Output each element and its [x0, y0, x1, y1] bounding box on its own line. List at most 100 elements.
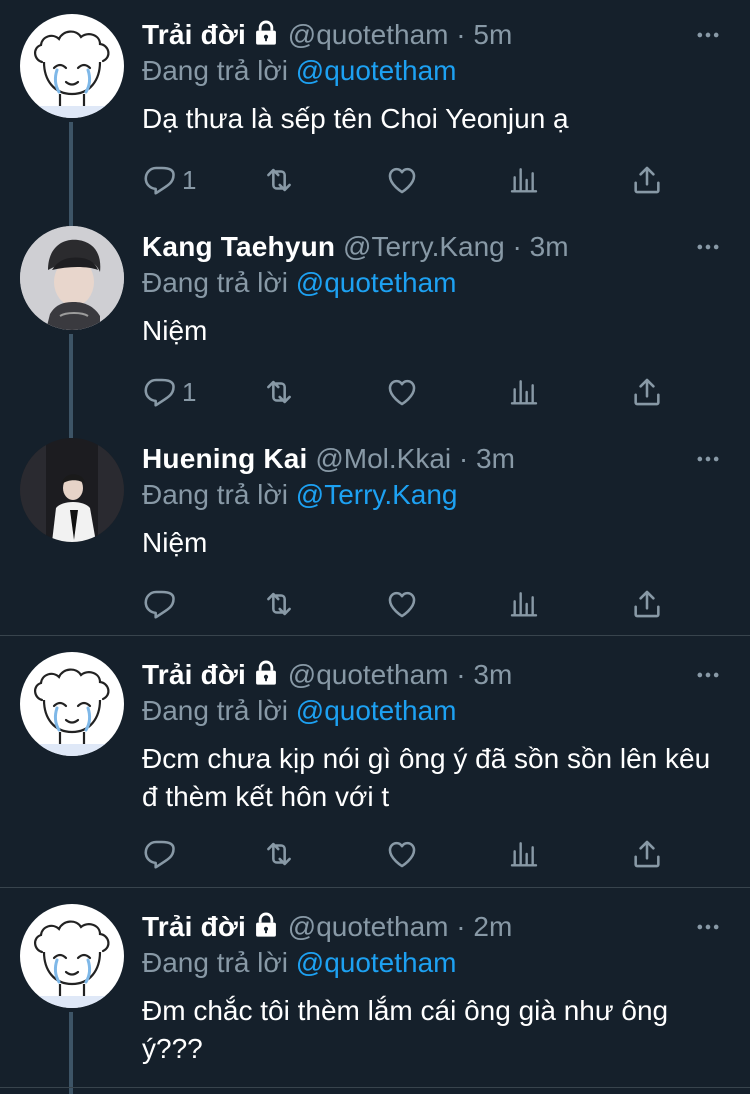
tweet[interactable]: Kang Taehyun @Terry.Kang · 3m Đang trả l…	[0, 212, 750, 424]
timestamp[interactable]: 3m	[476, 443, 515, 474]
tweet-header: Trải đời @quotetham · 5m	[142, 15, 750, 55]
replying-to: Đang trả lời @quotetham	[142, 51, 457, 91]
like-button[interactable]	[385, 584, 419, 624]
author-handle[interactable]: @quotetham	[288, 19, 449, 50]
tweet[interactable]: Huening Kai @Mol.Kkai · 3m Đang trả lời …	[0, 424, 750, 636]
author-handle[interactable]: @Mol.Kkai	[315, 443, 451, 474]
retweet-icon	[262, 587, 296, 621]
heart-icon	[385, 163, 419, 197]
author-handle[interactable]: @quotetham	[288, 659, 449, 690]
share-icon	[630, 163, 664, 197]
stats-icon	[508, 837, 540, 871]
share-button[interactable]	[630, 372, 664, 412]
like-button[interactable]	[385, 372, 419, 412]
stats-button[interactable]	[508, 834, 540, 874]
retweet-button[interactable]	[262, 584, 296, 624]
tweet-header: Trải đời @quotetham · 3m	[142, 655, 750, 695]
replying-label: Đang trả lời	[142, 267, 288, 298]
heart-icon	[385, 837, 419, 871]
tweet[interactable]: Trải đời @quotetham · 5m Đang trả lời @q…	[0, 0, 750, 212]
author-handle[interactable]: @quotetham	[288, 911, 449, 942]
reply-icon	[142, 837, 176, 871]
share-icon	[630, 587, 664, 621]
tweet-actions: 1	[142, 160, 682, 200]
replying-to: Đang trả lời @quotetham	[142, 263, 457, 303]
separator-dot: ·	[456, 911, 466, 942]
replying-label: Đang trả lời	[142, 695, 288, 726]
reply-mention-link[interactable]: @quotetham	[296, 695, 457, 726]
heart-icon	[385, 375, 419, 409]
share-icon	[630, 375, 664, 409]
retweet-button[interactable]	[262, 834, 296, 874]
like-button[interactable]	[385, 160, 419, 200]
reply-icon	[142, 163, 176, 197]
reply-mention-link[interactable]: @quotetham	[296, 267, 457, 298]
retweet-icon	[262, 837, 296, 871]
tweet[interactable]: Trải đời @quotetham · 2m Đang trả lời @q…	[0, 888, 750, 1094]
tweet-text: Niệm	[142, 527, 208, 558]
author-name[interactable]: Trải đời	[142, 19, 246, 50]
more-options-icon[interactable]	[694, 912, 722, 942]
timestamp[interactable]: 3m	[473, 659, 512, 690]
stats-icon	[508, 163, 540, 197]
separator-dot: ·	[512, 231, 522, 262]
more-options-icon[interactable]	[694, 232, 722, 262]
more-options-icon[interactable]	[694, 660, 722, 690]
stats-button[interactable]	[508, 160, 540, 200]
avatar[interactable]	[20, 14, 124, 118]
stats-button[interactable]	[508, 584, 540, 624]
reply-mention-link[interactable]: @Terry.Kang	[296, 479, 458, 510]
separator-dot: ·	[456, 659, 466, 690]
stats-button[interactable]	[508, 372, 540, 412]
heart-icon	[385, 587, 419, 621]
retweet-icon	[262, 375, 296, 409]
author-name[interactable]: Kang Taehyun	[142, 231, 335, 262]
tweet-header: Kang Taehyun @Terry.Kang · 3m	[142, 227, 750, 267]
share-button[interactable]	[630, 834, 664, 874]
tweet-actions	[142, 834, 682, 874]
reply-count: 1	[182, 376, 197, 407]
separator-dot: ·	[456, 19, 466, 50]
timestamp[interactable]: 2m	[473, 911, 512, 942]
lock-icon	[252, 659, 280, 687]
reply-icon	[142, 587, 176, 621]
avatar[interactable]	[20, 904, 124, 1008]
reply-button[interactable]	[142, 834, 182, 874]
avatar[interactable]	[20, 226, 124, 330]
lock-icon	[252, 911, 280, 939]
replying-to: Đang trả lời @Terry.Kang	[142, 475, 458, 515]
tweet-actions: 1	[142, 372, 682, 412]
replying-label: Đang trả lời	[142, 947, 288, 978]
timestamp[interactable]: 3m	[530, 231, 569, 262]
tweet[interactable]: Trải đời @quotetham · 3m Đang trả lời @q…	[0, 636, 750, 887]
reply-count: 1	[182, 164, 197, 195]
reply-mention-link[interactable]: @quotetham	[296, 55, 457, 86]
reply-icon	[142, 375, 176, 409]
share-button[interactable]	[630, 584, 664, 624]
replying-to: Đang trả lời @quotetham	[142, 691, 457, 731]
retweet-button[interactable]	[262, 160, 296, 200]
timestamp[interactable]: 5m	[473, 19, 512, 50]
avatar[interactable]	[20, 438, 124, 542]
share-icon	[630, 837, 664, 871]
retweet-button[interactable]	[262, 372, 296, 412]
author-handle[interactable]: @Terry.Kang	[343, 231, 505, 262]
tweet-text: Niệm	[142, 315, 208, 346]
reply-button[interactable]: 1	[142, 160, 196, 200]
stats-icon	[508, 375, 540, 409]
tweet-text: Đcm chưa kịp nói gì ông ý đã sồn sồn lên…	[142, 743, 711, 812]
reply-mention-link[interactable]: @quotetham	[296, 947, 457, 978]
reply-button[interactable]	[142, 584, 182, 624]
share-button[interactable]	[630, 160, 664, 200]
lock-icon	[252, 19, 280, 47]
author-name[interactable]: Trải đời	[142, 911, 246, 942]
avatar[interactable]	[20, 652, 124, 756]
replying-label: Đang trả lời	[142, 55, 288, 86]
reply-button[interactable]: 1	[142, 372, 196, 412]
more-options-icon[interactable]	[694, 444, 722, 474]
author-name[interactable]: Trải đời	[142, 659, 246, 690]
author-name[interactable]: Huening Kai	[142, 443, 308, 474]
replying-to: Đang trả lời @quotetham	[142, 943, 457, 983]
more-options-icon[interactable]	[694, 20, 722, 50]
like-button[interactable]	[385, 834, 419, 874]
